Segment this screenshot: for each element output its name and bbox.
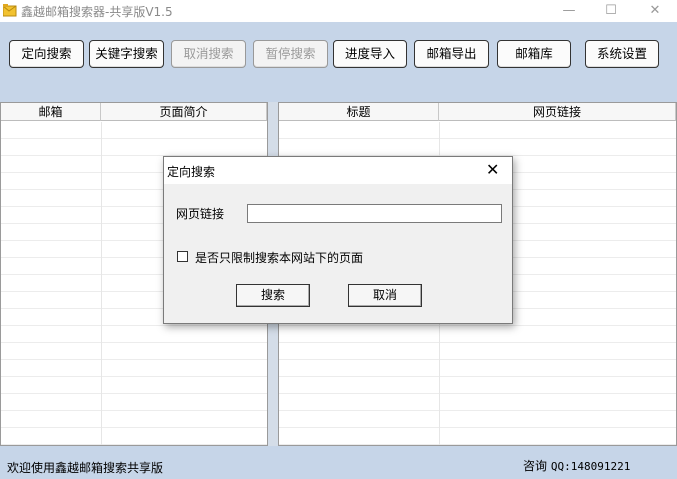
dialog-title: 定向搜索 xyxy=(167,165,216,179)
welcome-message: 欢迎使用鑫越邮箱搜索共享版 xyxy=(7,461,164,475)
pause-search-button[interactable]: 暂停搜索 xyxy=(253,40,328,68)
close-window-button[interactable]: ✕ xyxy=(633,0,677,22)
cancel-button[interactable]: 取消 xyxy=(348,284,422,307)
app-icon xyxy=(3,4,17,17)
column-header-title[interactable]: 标题 xyxy=(279,103,439,121)
url-input[interactable] xyxy=(247,204,502,223)
dialog-close-icon[interactable]: ✕ xyxy=(486,160,499,180)
column-header-email[interactable]: 邮箱 xyxy=(1,103,101,121)
cancel-search-button[interactable]: 取消搜索 xyxy=(171,40,246,68)
consult-label: 咨询 xyxy=(523,459,548,473)
minimize-button[interactable]: — xyxy=(547,0,591,22)
search-button[interactable]: 搜索 xyxy=(236,284,310,307)
qq-number: QQ:148091221 xyxy=(550,460,631,473)
restrict-site-label[interactable]: 是否只限制搜索本网站下的页面 xyxy=(195,249,363,266)
directed-search-button[interactable]: 定向搜索 xyxy=(9,40,84,68)
email-library-button[interactable]: 邮箱库 xyxy=(497,40,571,68)
maximize-button[interactable]: ☐ xyxy=(589,0,633,22)
system-settings-button[interactable]: 系统设置 xyxy=(585,40,659,68)
toolbar: 定向搜索 关键字搜索 取消搜索 暂停搜索 进度导入 邮箱导出 邮箱库 系统设置 xyxy=(0,22,677,102)
url-label: 网页链接 xyxy=(176,207,225,221)
dialog-title-bar: 定向搜索 ✕ xyxy=(164,157,512,184)
title-bar: 鑫越邮箱搜索器-共享版V1.5 — ☐ ✕ xyxy=(0,0,677,22)
keyword-search-button[interactable]: 关键字搜索 xyxy=(89,40,164,68)
export-emails-button[interactable]: 邮箱导出 xyxy=(414,40,489,68)
window-title: 鑫越邮箱搜索器-共享版V1.5 xyxy=(21,5,173,19)
column-header-page-summary[interactable]: 页面简介 xyxy=(101,103,267,121)
directed-search-dialog: 定向搜索 ✕ 网页链接 是否只限制搜索本网站下的页面 搜索 取消 xyxy=(163,156,513,324)
column-header-page-link[interactable]: 网页链接 xyxy=(439,103,676,121)
column-divider xyxy=(101,122,102,445)
import-progress-button[interactable]: 进度导入 xyxy=(333,40,407,68)
contact-info: 咨询 QQ:148091221 xyxy=(523,457,630,474)
restrict-site-checkbox[interactable] xyxy=(177,251,188,262)
status-bar: 欢迎使用鑫越邮箱搜索共享版 咨询 QQ:148091221 xyxy=(0,446,677,479)
